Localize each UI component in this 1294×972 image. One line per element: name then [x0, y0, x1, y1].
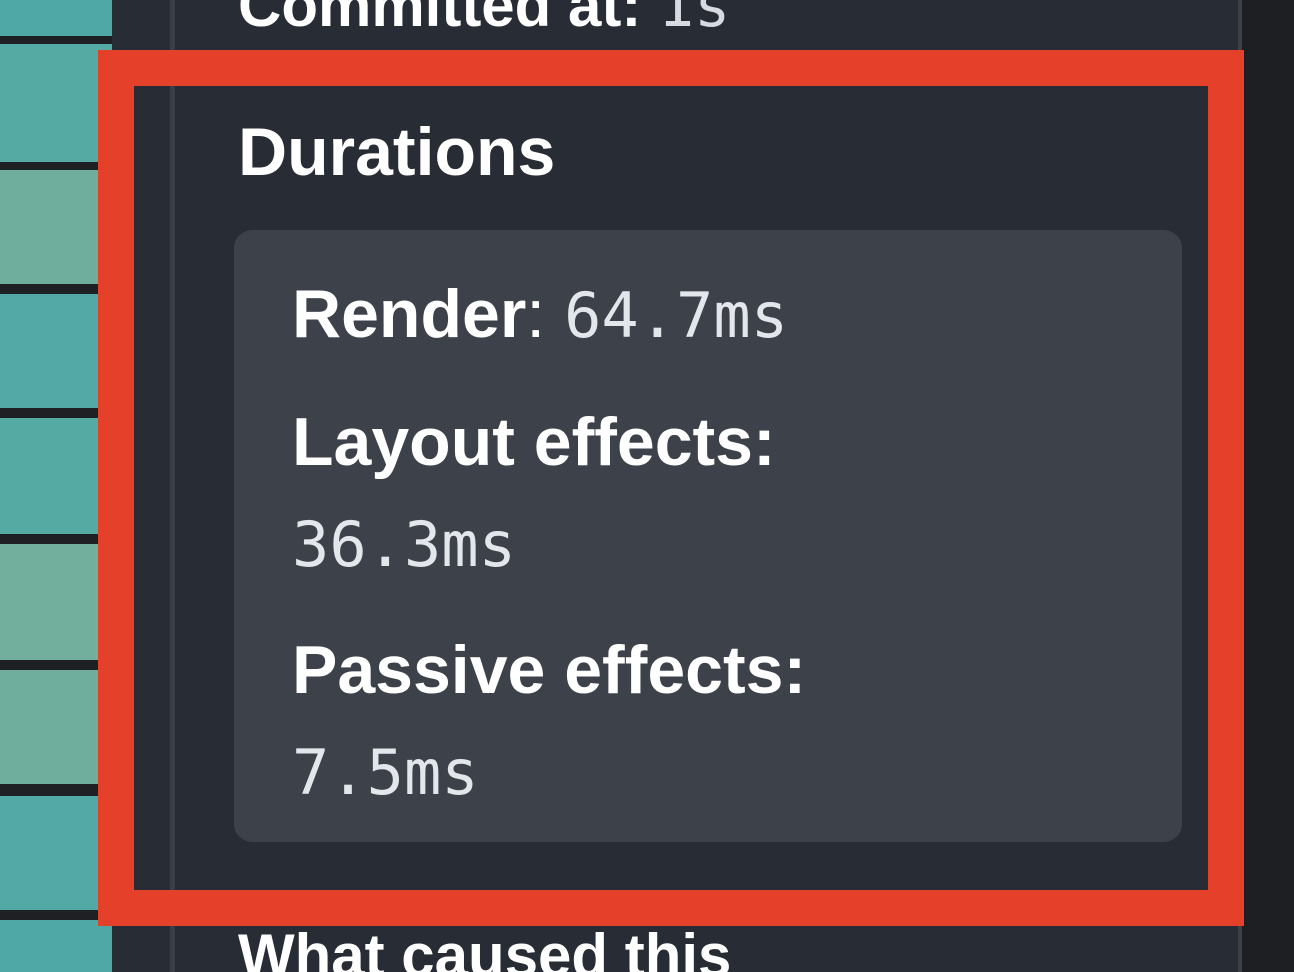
committed-at-value: 1s — [658, 0, 731, 41]
flame-bar[interactable] — [0, 44, 112, 162]
committed-at-row: Committed at: 1s — [238, 0, 730, 36]
flame-bar[interactable] — [0, 670, 112, 784]
flame-bar[interactable] — [0, 544, 112, 660]
highlight-annotation-frame — [98, 50, 1244, 926]
right-gutter — [1242, 0, 1294, 972]
flame-chart-strip[interactable] — [0, 0, 112, 972]
committed-at-label: Committed at — [238, 0, 622, 39]
what-caused-heading: What caused this — [238, 922, 732, 972]
flame-bar[interactable] — [0, 0, 112, 36]
flame-bar[interactable] — [0, 294, 112, 408]
profiler-view: Committed at: 1s Durations Render: 64.7m… — [0, 0, 1294, 972]
flame-bar[interactable] — [0, 418, 112, 534]
flame-bar[interactable] — [0, 796, 112, 910]
flame-bar[interactable] — [0, 920, 112, 972]
flame-bar[interactable] — [0, 170, 112, 284]
